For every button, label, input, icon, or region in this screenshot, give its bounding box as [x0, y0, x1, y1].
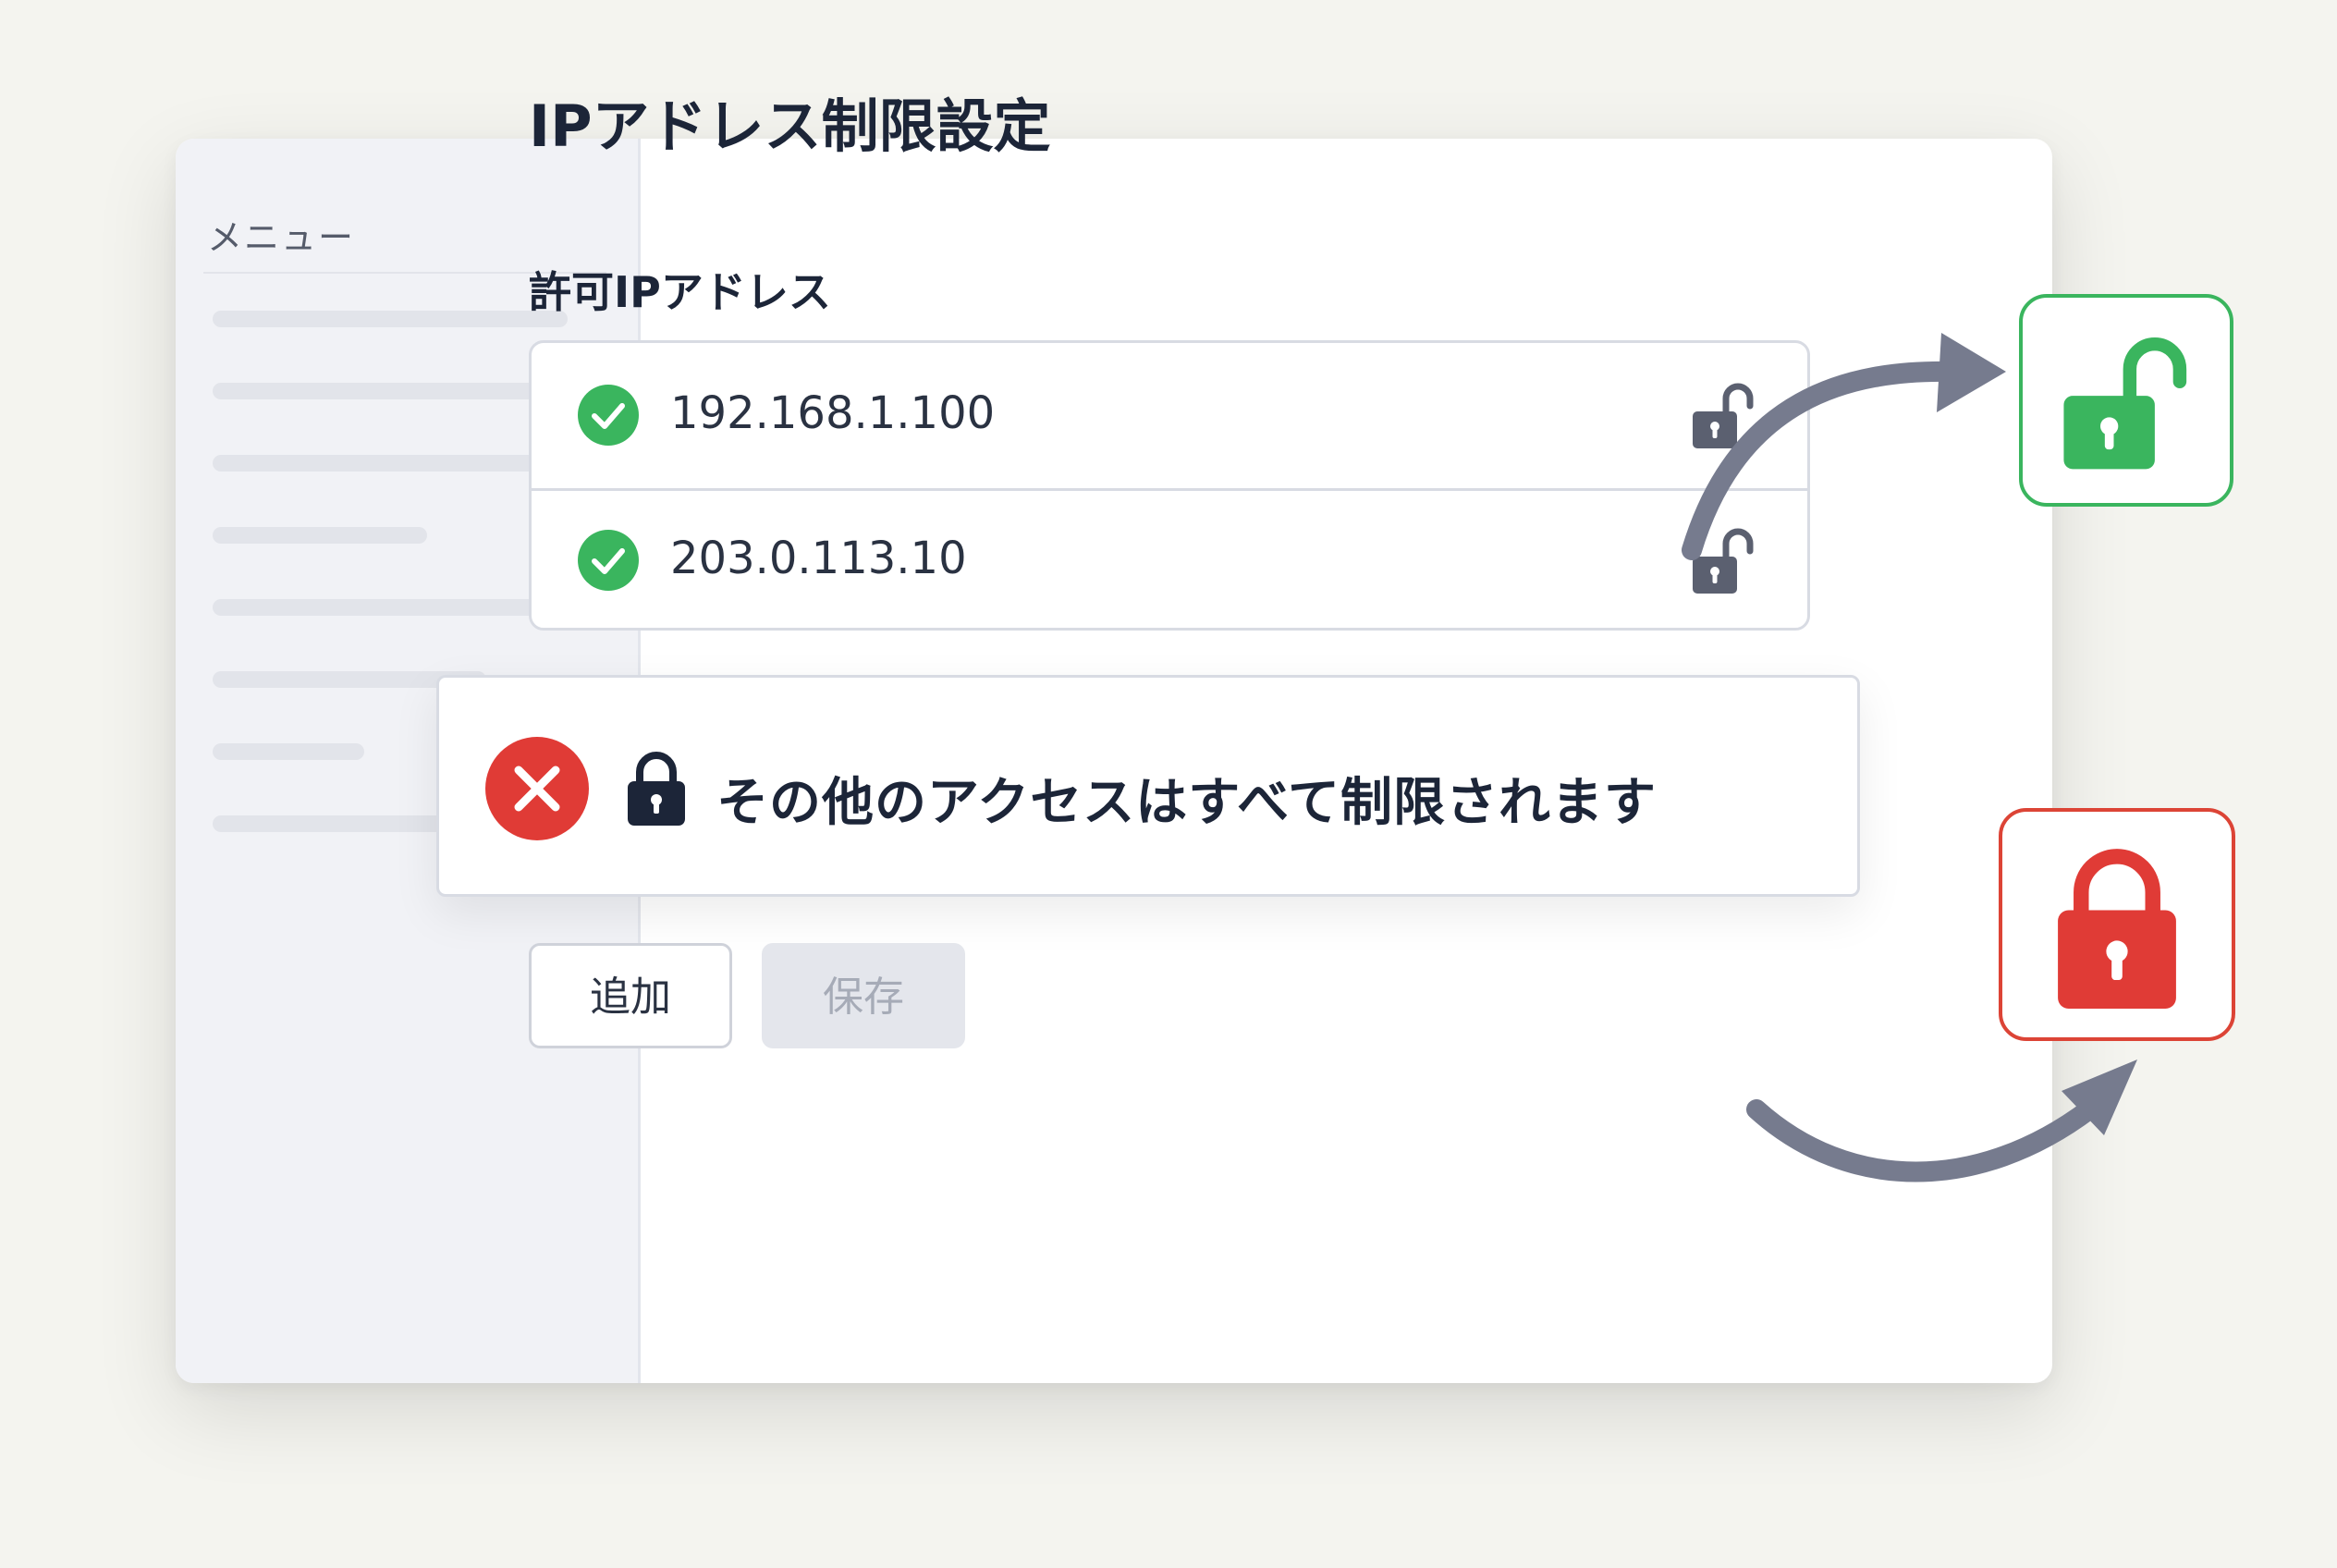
sidebar-item-placeholder[interactable]: [213, 599, 547, 616]
sidebar-item-placeholder[interactable]: [213, 455, 568, 472]
unlocked-padlock-icon: [2063, 337, 2187, 470]
restriction-banner: その他のアクセスはすべて制限されます: [436, 675, 1860, 897]
save-button[interactable]: 保存: [762, 943, 965, 1048]
ip-list-row[interactable]: 192.168.1.100: [532, 343, 1807, 485]
ip-address: 192.168.1.100: [670, 387, 996, 439]
sidebar-item-placeholder[interactable]: [213, 527, 427, 544]
locked-padlock-icon: [628, 752, 685, 826]
unlocked-padlock-icon[interactable]: [1687, 525, 1761, 599]
page-title: IPアドレス制限設定: [529, 92, 1051, 160]
add-button[interactable]: 追加: [529, 943, 732, 1048]
ip-address: 203.0.113.10: [670, 533, 967, 584]
sidebar-item-placeholder[interactable]: [213, 743, 364, 760]
ip-list-row[interactable]: 203.0.113.10: [532, 488, 1807, 633]
check-circle-icon: [578, 530, 639, 591]
unlocked-padlock-icon[interactable]: [1687, 380, 1761, 454]
check-circle-icon: [578, 385, 639, 446]
restriction-message: その他のアクセスはすべて制限されます: [716, 773, 1658, 833]
sidebar-title: メニュー: [207, 217, 356, 258]
restricted-access-badge: [1999, 808, 2235, 1041]
deny-arrowhead: [2062, 1060, 2137, 1135]
x-circle-icon: [485, 737, 589, 840]
allowed-access-badge: [2019, 294, 2233, 507]
locked-padlock-icon: [2058, 849, 2176, 1010]
sidebar-item-placeholder[interactable]: [213, 383, 547, 399]
allowed-ip-list: 192.168.1.100 203.0.113.10: [529, 340, 1810, 631]
allowed-ip-section-label: 許可IPアドレス: [529, 267, 831, 317]
sidebar-item-placeholder[interactable]: [213, 311, 568, 327]
